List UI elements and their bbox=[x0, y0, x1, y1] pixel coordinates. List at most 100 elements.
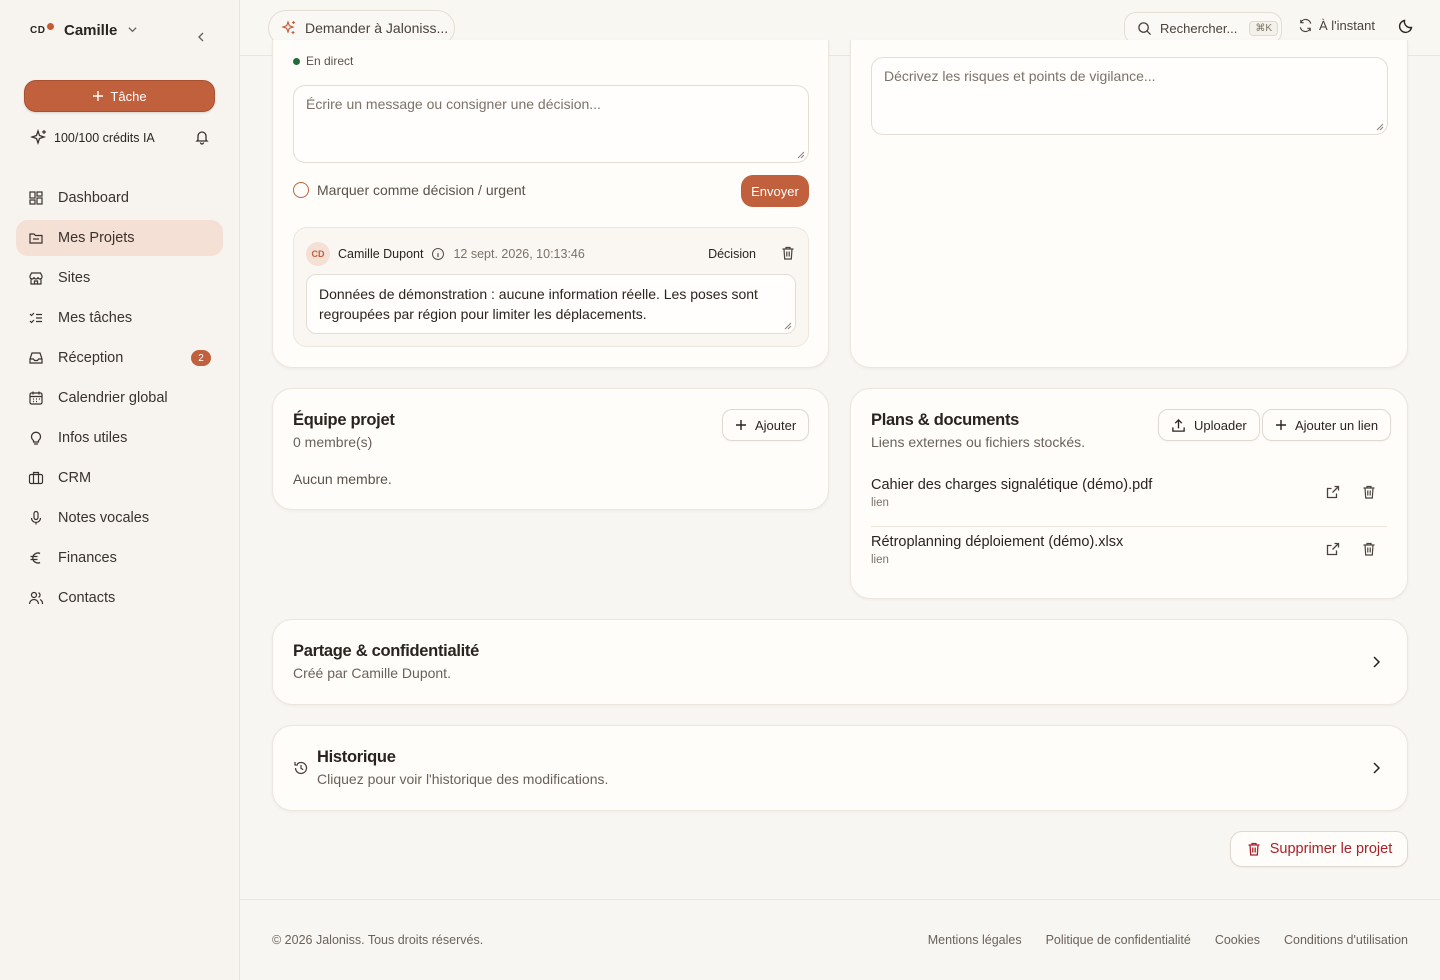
sidebar-item-infos-utiles[interactable]: Infos utiles bbox=[16, 420, 223, 456]
sidebar-item-label: Notes vocales bbox=[58, 510, 150, 526]
user-switcher[interactable]: CD Camille bbox=[30, 22, 138, 39]
mark-decision-label: Marquer comme décision / urgent bbox=[317, 182, 526, 198]
sharing-subtitle: Créé par Camille Dupont. bbox=[293, 665, 451, 681]
delete-project-button[interactable]: Supprimer le projet bbox=[1230, 831, 1408, 867]
sidebar-item-finances[interactable]: Finances bbox=[16, 540, 223, 576]
mark-decision-option[interactable]: Marquer comme décision / urgent bbox=[293, 182, 526, 198]
theme-toggle-button[interactable] bbox=[1398, 18, 1414, 37]
chevron-right-icon bbox=[1373, 656, 1381, 668]
footer-link-terms[interactable]: Conditions d'utilisation bbox=[1284, 933, 1408, 947]
sidebar-item-mes-taches[interactable]: Mes tâches bbox=[16, 300, 223, 336]
collapse-sidebar-button[interactable] bbox=[192, 28, 210, 46]
footer-link-cookies[interactable]: Cookies bbox=[1215, 933, 1260, 947]
upload-label: Uploader bbox=[1194, 417, 1247, 433]
history-title: Historique bbox=[317, 748, 396, 766]
users-icon bbox=[28, 591, 44, 605]
sidebar-item-reception[interactable]: Réception 2 bbox=[16, 340, 223, 376]
new-task-button[interactable]: Tâche bbox=[24, 80, 215, 112]
sidebar-item-mes-projets[interactable]: Mes Projets bbox=[16, 220, 223, 256]
sharing-card[interactable]: Partage & confidentialité Créé par Camil… bbox=[272, 619, 1408, 705]
sidebar-item-label: Mes Projets bbox=[58, 230, 135, 246]
user-name: Camille bbox=[64, 22, 118, 39]
mark-decision-radio[interactable] bbox=[293, 182, 309, 198]
sidebar-item-contacts[interactable]: Contacts bbox=[16, 580, 223, 616]
sync-status-label: À l'instant bbox=[1319, 18, 1375, 33]
notifications-button[interactable] bbox=[194, 129, 210, 148]
external-link-icon bbox=[1326, 485, 1340, 499]
delete-message-button[interactable] bbox=[780, 245, 796, 264]
plus-icon bbox=[736, 420, 746, 430]
document-row: Rétroplanning déploiement (démo).xlsx li… bbox=[871, 528, 1387, 584]
history-card[interactable]: Historique Cliquez pour voir l'historiqu… bbox=[272, 725, 1408, 811]
bell-icon bbox=[195, 130, 209, 145]
sidebar-item-label: Dashboard bbox=[58, 190, 129, 206]
sparkles-icon bbox=[30, 129, 47, 146]
document-name[interactable]: Cahier des charges signalétique (démo).p… bbox=[871, 477, 1152, 493]
sidebar-item-label: Finances bbox=[58, 550, 117, 566]
delete-document-button[interactable] bbox=[1361, 541, 1377, 560]
document-row: Cahier des charges signalétique (démo).p… bbox=[871, 471, 1387, 527]
team-title: Équipe projet bbox=[293, 411, 395, 429]
add-member-button[interactable]: Ajouter bbox=[722, 409, 810, 441]
info-icon[interactable] bbox=[431, 247, 445, 261]
sync-status-button[interactable]: À l'instant bbox=[1298, 18, 1375, 33]
unread-badge: 2 bbox=[191, 350, 211, 366]
plans-subtitle: Liens externes ou fichiers stockés. bbox=[871, 434, 1085, 450]
resize-handle-icon bbox=[797, 151, 805, 159]
search-icon bbox=[1138, 21, 1152, 35]
delete-document-button[interactable] bbox=[1361, 484, 1377, 503]
trash-icon bbox=[1363, 485, 1375, 499]
footer-link-privacy[interactable]: Politique de confidentialité bbox=[1046, 933, 1191, 947]
copyright: © 2026 Jaloniss. Tous droits réservés. bbox=[272, 933, 484, 947]
decision-tag: Décision bbox=[708, 247, 756, 261]
sidebar: CD Camille Tâche 100/100 crédits IA Dash… bbox=[0, 0, 240, 980]
message-date: 12 sept. 2026, 10:13:46 bbox=[453, 247, 585, 261]
sidebar-item-crm[interactable]: CRM bbox=[16, 460, 223, 496]
calendar-icon bbox=[29, 391, 43, 405]
open-document-button[interactable] bbox=[1325, 541, 1341, 560]
sidebar-item-dashboard[interactable]: Dashboard bbox=[16, 180, 223, 216]
upload-icon bbox=[1172, 418, 1185, 432]
delete-project-label: Supprimer le projet bbox=[1269, 841, 1393, 857]
send-button[interactable]: Envoyer bbox=[741, 175, 809, 207]
inbox-icon bbox=[29, 352, 43, 364]
add-link-button[interactable]: Ajouter un lien bbox=[1262, 409, 1392, 441]
plans-title: Plans & documents bbox=[871, 411, 1020, 429]
euro-icon bbox=[30, 552, 41, 564]
document-type: lien bbox=[871, 497, 889, 509]
external-link-icon bbox=[1326, 542, 1340, 556]
sidebar-item-label: Contacts bbox=[58, 590, 116, 606]
dashboard-icon bbox=[29, 191, 43, 205]
sidebar-item-sites[interactable]: Sites bbox=[16, 260, 223, 296]
sidebar-item-label: Calendrier global bbox=[58, 390, 168, 406]
ai-credits-label: 100/100 crédits IA bbox=[54, 131, 155, 145]
footer-link-mentions[interactable]: Mentions légales bbox=[928, 933, 1022, 947]
store-icon bbox=[29, 272, 43, 285]
resize-handle-icon bbox=[784, 322, 792, 330]
sidebar-item-label: Mes tâches bbox=[58, 310, 133, 326]
team-card: Équipe projet 0 membre(s) Ajouter Aucun … bbox=[272, 388, 829, 510]
author-avatar: CD bbox=[306, 242, 330, 266]
sparkles-icon bbox=[281, 20, 295, 34]
document-name[interactable]: Rétroplanning déploiement (démo).xlsx bbox=[871, 534, 1123, 550]
avatar: CD bbox=[30, 23, 56, 36]
status-dot bbox=[47, 23, 54, 30]
upload-button[interactable]: Uploader bbox=[1158, 409, 1260, 441]
open-document-button[interactable] bbox=[1325, 484, 1341, 503]
sidebar-item-notes-vocales[interactable]: Notes vocales bbox=[16, 500, 223, 536]
checklist-icon bbox=[29, 312, 42, 324]
sidebar-item-calendrier-global[interactable]: Calendrier global bbox=[16, 380, 223, 416]
main-nav: Dashboard Mes Projets Sites Mes tâches R… bbox=[16, 180, 223, 620]
resize-handle-icon bbox=[1376, 123, 1384, 131]
history-subtitle: Cliquez pour voir l'historique des modif… bbox=[317, 771, 609, 787]
message-input[interactable]: Écrire un message ou consigner une décis… bbox=[293, 85, 809, 163]
live-label: En direct bbox=[306, 54, 354, 68]
sidebar-item-label: Réception bbox=[58, 350, 124, 366]
message-text[interactable]: Données de démonstration : aucune inform… bbox=[306, 274, 796, 334]
chevron-right-icon bbox=[1373, 762, 1381, 774]
moon-icon bbox=[1398, 19, 1413, 34]
refresh-icon bbox=[1299, 18, 1312, 33]
sidebar-item-label: Sites bbox=[58, 270, 91, 286]
ai-credits: 100/100 crédits IA bbox=[30, 126, 210, 150]
risks-input[interactable]: Décrivez les risques et points de vigila… bbox=[871, 57, 1388, 135]
